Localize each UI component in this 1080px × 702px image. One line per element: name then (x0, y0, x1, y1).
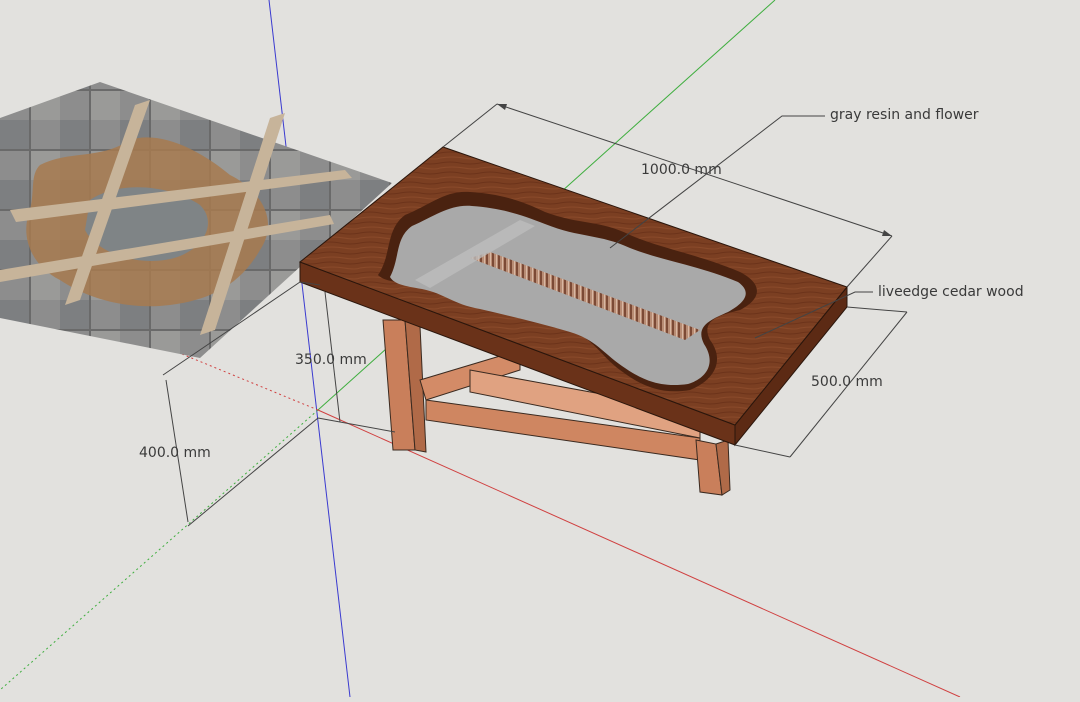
dimension-top-height-label: 350.0 mm (295, 352, 367, 368)
dimension-width-label: 500.0 mm (811, 374, 883, 390)
blue-axis (268, 0, 351, 698)
sketchup-3d-viewport[interactable]: 1000.0 mm 500.0 mm 350.0 mm 400.0 mm gra… (0, 0, 1080, 698)
dimension-length-label: 1000.0 mm (641, 162, 722, 178)
model-canvas[interactable]: 1000.0 mm 500.0 mm 350.0 mm 400.0 mm gra… (0, 0, 1080, 698)
red-axis (317, 409, 961, 698)
reference-image-plane[interactable] (0, 82, 392, 358)
dimension-total-height-label: 400.0 mm (139, 445, 211, 461)
annotation-resin-label: gray resin and flower (830, 107, 979, 123)
annotation-wood-label: liveedge cedar wood (878, 284, 1024, 300)
